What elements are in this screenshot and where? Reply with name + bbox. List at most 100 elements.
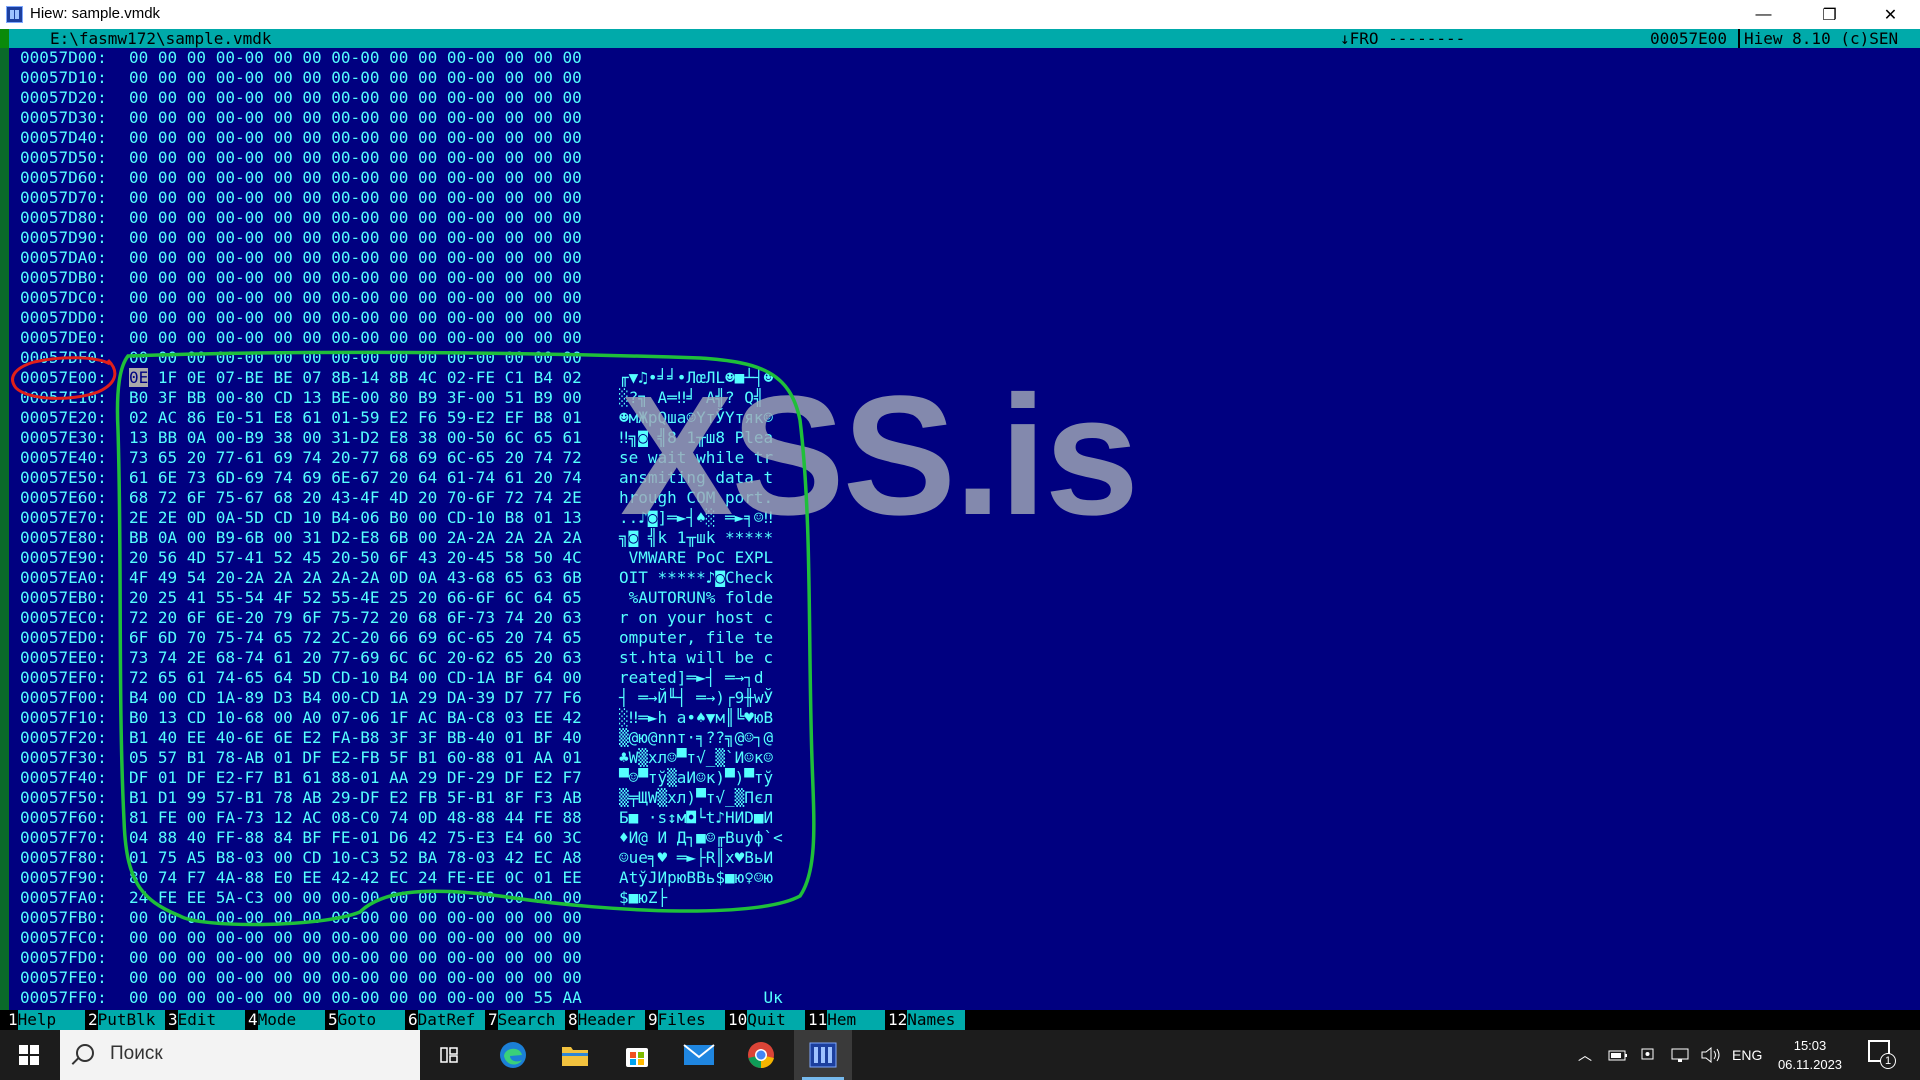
row-hex-bytes[interactable]: 00 00 00 00-00 00 00 00-00 00 00 00-00 0… bbox=[129, 168, 582, 188]
dump-row[interactable]: 00057D30: 00 00 00 00-00 00 00 00-00 00 0… bbox=[20, 108, 1900, 128]
dump-row[interactable]: 00057EC0: 72 20 6F 6E-20 79 6F 75-72 20 6… bbox=[20, 608, 1900, 628]
notification-center-icon[interactable]: 1 bbox=[1868, 1040, 1896, 1069]
row-hex-bytes[interactable]: 00 00 00 00-00 00 00 00-00 00 00 00-00 0… bbox=[129, 268, 582, 288]
row-hex-bytes[interactable]: 00 00 00 00-00 00 00 00-00 00 00 00-00 0… bbox=[129, 908, 582, 928]
row-hex-bytes[interactable]: B0 3F BB 00-80 CD 13 BE-00 80 B9 3F-00 5… bbox=[129, 388, 582, 408]
minimize-button[interactable]: — bbox=[1735, 0, 1792, 29]
tray-chevron-icon[interactable]: ︿ bbox=[1578, 1030, 1592, 1080]
edge-icon[interactable] bbox=[484, 1030, 542, 1080]
dump-row[interactable]: 00057EF0: 72 65 61 74-65 64 5D CD-10 B4 0… bbox=[20, 668, 1900, 688]
row-ascii-text[interactable]: $■юZ├ bbox=[619, 888, 667, 908]
mail-icon[interactable] bbox=[670, 1030, 728, 1080]
dump-row[interactable]: 00057DA0: 00 00 00 00-00 00 00 00-00 00 0… bbox=[20, 248, 1900, 268]
cursor-byte[interactable]: 0E bbox=[129, 368, 149, 387]
row-hex-bytes[interactable]: 73 74 2E 68-74 61 20 77-69 6C 6C 20-62 6… bbox=[129, 648, 582, 668]
row-hex-bytes[interactable]: 20 56 4D 57-41 52 45 20-50 6F 43 20-45 5… bbox=[129, 548, 582, 568]
dump-row[interactable]: 00057D00: 00 00 00 00-00 00 00 00-00 00 0… bbox=[20, 48, 1900, 68]
row-ascii-text[interactable]: ┤ ═→Й╙┤ ═→)┌9╫wЎ bbox=[619, 688, 773, 708]
row-hex-bytes[interactable]: 80 74 F7 4A-88 E0 EE 42-42 EC 24 FE-EE 0… bbox=[129, 868, 582, 888]
row-hex-bytes[interactable]: DF 01 DF E2-F7 B1 61 88-01 AA 29 DF-29 D… bbox=[129, 768, 582, 788]
row-hex-bytes[interactable]: 00 00 00 00-00 00 00 00-00 00 00 00-00 0… bbox=[129, 128, 582, 148]
dump-row[interactable]: 00057ED0: 6F 6D 70 75-74 65 72 2C-20 66 6… bbox=[20, 628, 1900, 648]
row-ascii-text[interactable]: ♣W▒xл☺▀т√_▒`И☺к☺ bbox=[619, 748, 773, 768]
file-explorer-icon[interactable] bbox=[546, 1030, 604, 1080]
row-hex-bytes[interactable]: 72 65 61 74-65 64 5D CD-10 B4 00 CD-1A B… bbox=[129, 668, 582, 688]
fkey-goto[interactable]: 5Goto bbox=[328, 1010, 406, 1030]
dump-row[interactable]: 00057EA0: 4F 49 54 20-2A 2A 2A 2A-2A 0D 0… bbox=[20, 568, 1900, 588]
row-ascii-text[interactable]: ▒╤ЩW▒xл)▀т√_▒Пєл bbox=[619, 788, 773, 808]
row-hex-bytes[interactable]: 00 00 00 00-00 00 00 00-00 00 00 00-00 0… bbox=[129, 308, 582, 328]
store-icon[interactable] bbox=[608, 1030, 666, 1080]
fkey-hem[interactable]: 11Hem bbox=[808, 1010, 886, 1030]
row-hex-bytes[interactable]: 13 BB 0A 00-B9 38 00 31-D2 E8 38 00-50 6… bbox=[129, 428, 582, 448]
battery-icon[interactable] bbox=[1608, 1030, 1628, 1080]
row-hex-bytes[interactable]: 00 00 00 00-00 00 00 00-00 00 00 00-00 0… bbox=[129, 208, 582, 228]
maximize-button[interactable]: ❐ bbox=[1801, 0, 1858, 29]
row-hex-bytes[interactable]: 02 AC 86 E0-51 E8 61 01-59 E2 F6 59-E2 E… bbox=[129, 408, 582, 428]
row-hex-bytes[interactable]: 00 00 00 00-00 00 00 00-00 00 00 00-00 0… bbox=[129, 928, 582, 948]
dump-row[interactable]: 00057DE0: 00 00 00 00-00 00 00 00-00 00 0… bbox=[20, 328, 1900, 348]
row-hex-bytes[interactable]: 00 00 00 00-00 00 00 00-00 00 00 00-00 0… bbox=[129, 328, 582, 348]
row-hex-bytes[interactable]: B1 D1 99 57-B1 78 AB 29-DF E2 FB 5F-B1 8… bbox=[129, 788, 582, 808]
row-hex-bytes[interactable]: 00 00 00 00-00 00 00 00-00 00 00 00-00 0… bbox=[129, 108, 582, 128]
chrome-icon[interactable] bbox=[732, 1030, 790, 1080]
dump-row[interactable]: 00057FB0: 00 00 00 00-00 00 00 00-00 00 0… bbox=[20, 908, 1900, 928]
dump-row[interactable]: 00057FE0: 00 00 00 00-00 00 00 00-00 00 0… bbox=[20, 968, 1900, 988]
row-hex-bytes[interactable]: BB 0A 00 B9-6B 00 31 D2-E8 6B 00 2A-2A 2… bbox=[129, 528, 582, 548]
dump-row[interactable]: 00057D20: 00 00 00 00-00 00 00 00-00 00 0… bbox=[20, 88, 1900, 108]
row-ascii-text[interactable]: ☺uе╕♥ ═►├R║x♥BьИ bbox=[619, 848, 773, 868]
row-ascii-text[interactable]: ♦И@ И Д┐■☺╓Buуф`< bbox=[619, 828, 783, 848]
task-view-icon[interactable] bbox=[420, 1030, 478, 1080]
dump-row[interactable]: 00057D70: 00 00 00 00-00 00 00 00-00 00 0… bbox=[20, 188, 1900, 208]
dump-row[interactable]: 00057EE0: 73 74 2E 68-74 61 20 77-69 6C 6… bbox=[20, 648, 1900, 668]
row-ascii-text[interactable]: Uк bbox=[619, 988, 782, 1008]
row-ascii-text[interactable]: ▀☺▀тў▒aИ☺к)▀)▀тў bbox=[619, 768, 773, 788]
row-hex-bytes[interactable]: 00 00 00 00-00 00 00 00-00 00 00 00-00 0… bbox=[129, 148, 582, 168]
volume-icon[interactable] bbox=[1700, 1030, 1722, 1080]
meet-icon[interactable] bbox=[1640, 1030, 1658, 1080]
dump-row[interactable]: 00057FF0: 00 00 00 00-00 00 00 00-00 00 0… bbox=[20, 988, 1900, 1008]
network-icon[interactable] bbox=[1670, 1030, 1690, 1080]
row-hex-bytes[interactable]: B1 40 EE 40-6E 6E E2 FA-B8 3F 3F BB-40 0… bbox=[129, 728, 582, 748]
fkey-help[interactable]: 1Help bbox=[8, 1010, 86, 1030]
row-ascii-text[interactable]: ░‼═►h а•♠▼м║╚♥юB bbox=[619, 708, 773, 728]
fkey-quit[interactable]: 10Quit bbox=[728, 1010, 806, 1030]
row-hex-bytes[interactable]: 6F 6D 70 75-74 65 72 2C-20 66 69 6C-65 2… bbox=[129, 628, 582, 648]
dump-row[interactable]: 00057F50: B1 D1 99 57-B1 78 AB 29-DF E2 F… bbox=[20, 788, 1900, 808]
row-hex-bytes[interactable]: B0 13 CD 10-68 00 A0 07-06 1F AC BA-C8 0… bbox=[129, 708, 582, 728]
row-ascii-text[interactable]: ▒@ю@nnт·╕??╗@☺┐@ bbox=[619, 728, 773, 748]
dump-row[interactable]: 00057D80: 00 00 00 00-00 00 00 00-00 00 0… bbox=[20, 208, 1900, 228]
dump-row[interactable]: 00057FA0: 24 FE EE 5A-C3 00 00 00-00 00 0… bbox=[20, 888, 1900, 908]
row-hex-bytes[interactable]: 00 00 00 00-00 00 00 00-00 00 00 00-00 0… bbox=[129, 968, 582, 988]
row-hex-bytes[interactable]: 04 88 40 FF-88 84 BF FE-01 D6 42 75-E3 E… bbox=[129, 828, 582, 848]
row-hex-bytes[interactable]: 00 00 00 00-00 00 00 00-00 00 00 00-00 0… bbox=[129, 948, 582, 968]
fkey-files[interactable]: 9Files bbox=[648, 1010, 726, 1030]
row-hex-bytes[interactable]: 00 00 00 00-00 00 00 00-00 00 00 00-00 0… bbox=[129, 68, 582, 88]
row-hex-bytes[interactable]: 00 00 00 00-00 00 00 00-00 00 00 00-00 0… bbox=[129, 188, 582, 208]
row-hex-bytes[interactable]: 73 65 20 77-61 69 74 20-77 68 69 6C-65 2… bbox=[129, 448, 582, 468]
row-ascii-text[interactable]: r on your host c bbox=[619, 608, 773, 628]
row-hex-bytes[interactable]: 00 00 00 00-00 00 00 00-00 00 00 00-00 0… bbox=[129, 48, 582, 68]
dump-row[interactable]: 00057D10: 00 00 00 00-00 00 00 00-00 00 0… bbox=[20, 68, 1900, 88]
row-ascii-text[interactable]: Б■ ·s↕м◘└t♪HИD■И bbox=[619, 808, 773, 828]
row-ascii-text[interactable]: omputer, file te bbox=[619, 628, 773, 648]
row-ascii-text[interactable]: OIT *****♪◙Check bbox=[619, 568, 773, 588]
taskbar-search-box[interactable]: Поиск bbox=[60, 1030, 420, 1080]
fkey-names[interactable]: 12Names bbox=[888, 1010, 966, 1030]
dump-row[interactable]: 00057DB0: 00 00 00 00-00 00 00 00-00 00 0… bbox=[20, 268, 1900, 288]
fkey-putblk[interactable]: 2PutBlk bbox=[88, 1010, 166, 1030]
row-ascii-text[interactable]: reated]═►┤ ═→┐d bbox=[619, 668, 773, 688]
row-hex-bytes[interactable]: 00 00 00 00-00 00 00 00-00 00 00 00-00 0… bbox=[129, 348, 582, 368]
fkey-search[interactable]: 7Search bbox=[488, 1010, 566, 1030]
dump-row[interactable]: 00057F70: 04 88 40 FF-88 84 BF FE-01 D6 4… bbox=[20, 828, 1900, 848]
dump-row[interactable]: 00057FD0: 00 00 00 00-00 00 00 00-00 00 0… bbox=[20, 948, 1900, 968]
hiew-taskbar-icon[interactable] bbox=[794, 1030, 852, 1080]
dump-row[interactable]: 00057F10: B0 13 CD 10-68 00 A0 07-06 1F A… bbox=[20, 708, 1900, 728]
dump-row[interactable]: 00057DC0: 00 00 00 00-00 00 00 00-00 00 0… bbox=[20, 288, 1900, 308]
dump-row[interactable]: 00057F60: 81 FE 00 FA-73 12 AC 08-C0 74 0… bbox=[20, 808, 1900, 828]
fkey-mode[interactable]: 4Mode bbox=[248, 1010, 326, 1030]
row-hex-bytes[interactable]: 05 57 B1 78-AB 01 DF E2-FB 5F B1 60-88 0… bbox=[129, 748, 582, 768]
dump-row[interactable]: 00057F80: 01 75 A5 B8-03 00 CD 10-C3 52 B… bbox=[20, 848, 1900, 868]
dump-row[interactable]: 00057D60: 00 00 00 00-00 00 00 00-00 00 0… bbox=[20, 168, 1900, 188]
dump-row[interactable]: 00057F30: 05 57 B1 78-AB 01 DF E2-FB 5F B… bbox=[20, 748, 1900, 768]
